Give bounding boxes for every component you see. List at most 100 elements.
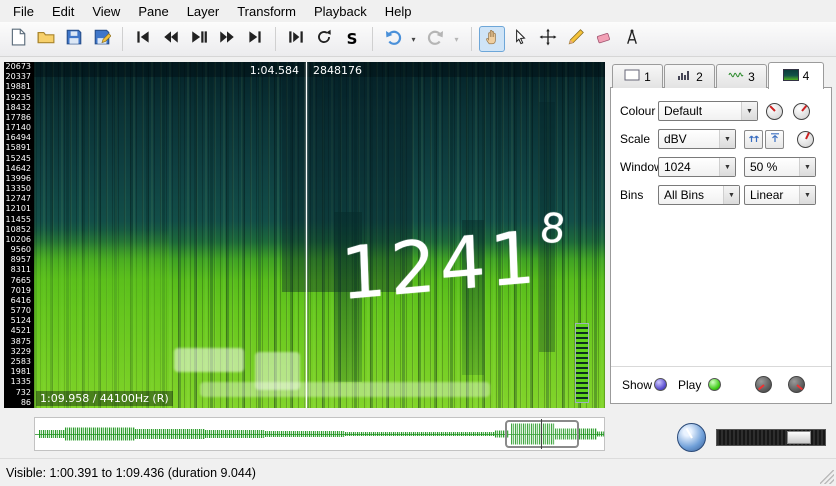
normalize-visible-button[interactable] <box>765 130 784 149</box>
redo-history-dropdown[interactable]: ▾ <box>450 26 463 52</box>
draw-tool-button[interactable] <box>563 26 589 52</box>
playback-pan-knob[interactable] <box>788 376 805 393</box>
chevron-down-icon: ▼ <box>799 186 815 204</box>
waveform <box>39 430 65 438</box>
waveform-layer-icon <box>728 69 744 84</box>
menu-item[interactable]: Playback <box>305 2 376 21</box>
menu-item[interactable]: File <box>4 2 43 21</box>
tab-label: 1 <box>644 70 651 84</box>
colour-rotate-knob[interactable] <box>766 103 783 120</box>
playback-gain-knob[interactable] <box>755 376 772 393</box>
menu-item[interactable]: Layer <box>178 2 229 21</box>
colour-select[interactable]: Default ▼ <box>658 101 758 121</box>
colour-label: Colour <box>620 104 655 118</box>
show-toggle-led[interactable] <box>654 378 667 391</box>
tab-label: 2 <box>696 70 703 84</box>
waveform <box>65 428 135 441</box>
frequency-tick-label: 1981 <box>11 368 31 376</box>
frequency-tick-label: 732 <box>16 389 31 397</box>
solo-current-pane-button[interactable]: S <box>339 26 365 52</box>
solo-icon: S <box>347 30 358 48</box>
redo-button[interactable] <box>423 26 449 52</box>
measure-tool-button[interactable] <box>619 26 645 52</box>
spectrogram-view[interactable]: 1:04.584 2848176 12418 1:09.958 / 44100H… <box>34 62 605 408</box>
edit-tool-button[interactable] <box>535 26 561 52</box>
menu-item[interactable]: Edit <box>43 2 83 21</box>
undo-history-dropdown[interactable]: ▾ <box>407 26 420 52</box>
waveform <box>135 429 205 439</box>
tab-layer-1[interactable]: 1 <box>612 64 663 88</box>
new-session-button[interactable] <box>5 26 31 52</box>
tab-label: 3 <box>748 70 755 84</box>
bins-select[interactable]: All Bins ▼ <box>658 185 740 205</box>
playback-speed-fader[interactable] <box>716 429 826 446</box>
fast-forward-to-end-button[interactable] <box>242 26 268 52</box>
overview-playhead <box>541 419 542 449</box>
new-file-icon <box>9 28 27 51</box>
menu-item[interactable]: View <box>83 2 129 21</box>
play-toggle-led[interactable] <box>708 378 721 391</box>
open-file-button[interactable] <box>33 26 59 52</box>
scale-select[interactable]: dBV ▼ <box>658 129 736 149</box>
rewind-button[interactable] <box>158 26 184 52</box>
bins-scale-select[interactable]: Linear ▼ <box>744 185 816 205</box>
frequency-tick-label: 15891 <box>6 144 31 152</box>
frequency-tick-label: 15245 <box>6 155 31 163</box>
erase-tool-button[interactable] <box>591 26 617 52</box>
open-folder-icon <box>37 28 55 51</box>
visible-region-box[interactable] <box>505 420 579 448</box>
skip-to-end-icon <box>246 28 264 51</box>
save-session-as-button[interactable] <box>89 26 115 52</box>
colour-contrast-knob[interactable] <box>797 131 814 148</box>
cursor-frame-label: 2848176 <box>313 64 362 77</box>
tab-layer-4[interactable]: 4 <box>768 62 824 89</box>
measure-caliper-icon <box>623 28 641 51</box>
navigate-tool-button[interactable] <box>479 26 505 52</box>
normalize-columns-button[interactable] <box>744 130 763 149</box>
fast-forward-button[interactable] <box>214 26 240 52</box>
frequency-tick-label: 20673 <box>6 63 31 71</box>
bins-label: Bins <box>620 188 643 202</box>
window-overlap-value: 50 % <box>750 160 777 174</box>
tab-layer-2[interactable]: 2 <box>664 64 715 88</box>
visible-range-text: Visible: 1:00.391 to 1:09.436 (duration … <box>6 466 256 480</box>
frequency-tick-label: 16494 <box>6 134 31 142</box>
constrain-playback-to-selection-button[interactable] <box>283 26 309 52</box>
white-annotation-smudge <box>200 382 490 397</box>
eraser-icon <box>595 28 613 51</box>
menu-item[interactable]: Help <box>376 2 421 21</box>
chevron-down-icon: ▼ <box>799 158 815 176</box>
play-pause-button[interactable] <box>186 26 212 52</box>
floppy-disk-icon <box>65 28 83 51</box>
tab-layer-3[interactable]: 3 <box>716 64 767 88</box>
frequency-tick-label: 12747 <box>6 195 31 203</box>
panel-divider <box>611 366 831 367</box>
menu-item[interactable]: Transform <box>228 2 305 21</box>
window-size-select[interactable]: 1024 ▼ <box>658 157 736 177</box>
window-overlap-select[interactable]: 50 % ▼ <box>744 157 816 177</box>
annotation-superscript: 8 <box>538 208 571 250</box>
master-volume-knob[interactable] <box>677 423 706 452</box>
fader-handle[interactable] <box>787 431 811 444</box>
resize-grip[interactable] <box>820 470 834 484</box>
play-selection-icon <box>287 28 305 51</box>
bins-scale-value: Linear <box>750 188 783 202</box>
chevron-down-icon: ▼ <box>719 130 735 148</box>
save-session-button[interactable] <box>61 26 87 52</box>
toolbar-separator <box>372 27 373 51</box>
frequency-tick-label: 6416 <box>11 297 31 305</box>
cursor-time-label: 1:04.584 <box>34 64 299 77</box>
frequency-tick-label: 10206 <box>6 236 31 244</box>
rewind-to-start-button[interactable] <box>130 26 156 52</box>
gain-knob[interactable] <box>793 103 810 120</box>
white-annotation-smudge <box>255 352 300 390</box>
menu-item[interactable]: Pane <box>129 2 177 21</box>
waveform <box>265 431 345 437</box>
overview-strip[interactable] <box>34 417 605 451</box>
toolbar-separator <box>471 27 472 51</box>
undo-arrow-icon <box>384 28 402 51</box>
undo-button[interactable] <box>380 26 406 52</box>
loop-playback-button[interactable] <box>311 26 337 52</box>
select-tool-button[interactable] <box>507 26 533 52</box>
waveform <box>205 430 265 438</box>
